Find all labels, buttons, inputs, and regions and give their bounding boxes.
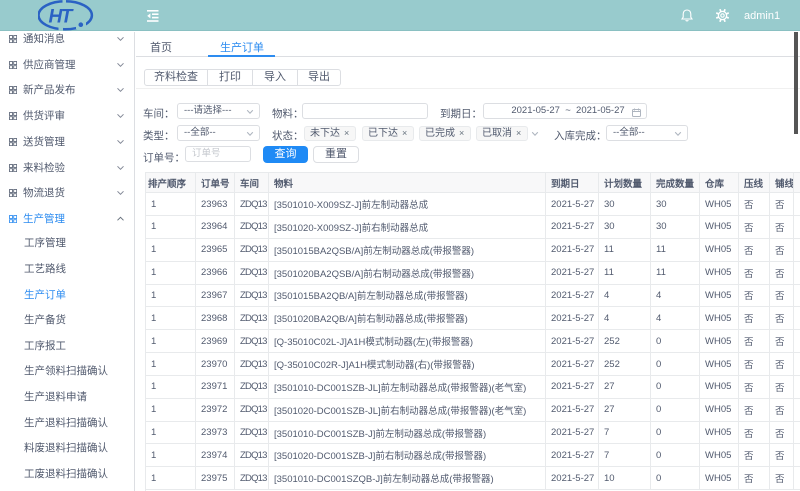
svg-text:HT: HT: [49, 7, 74, 28]
